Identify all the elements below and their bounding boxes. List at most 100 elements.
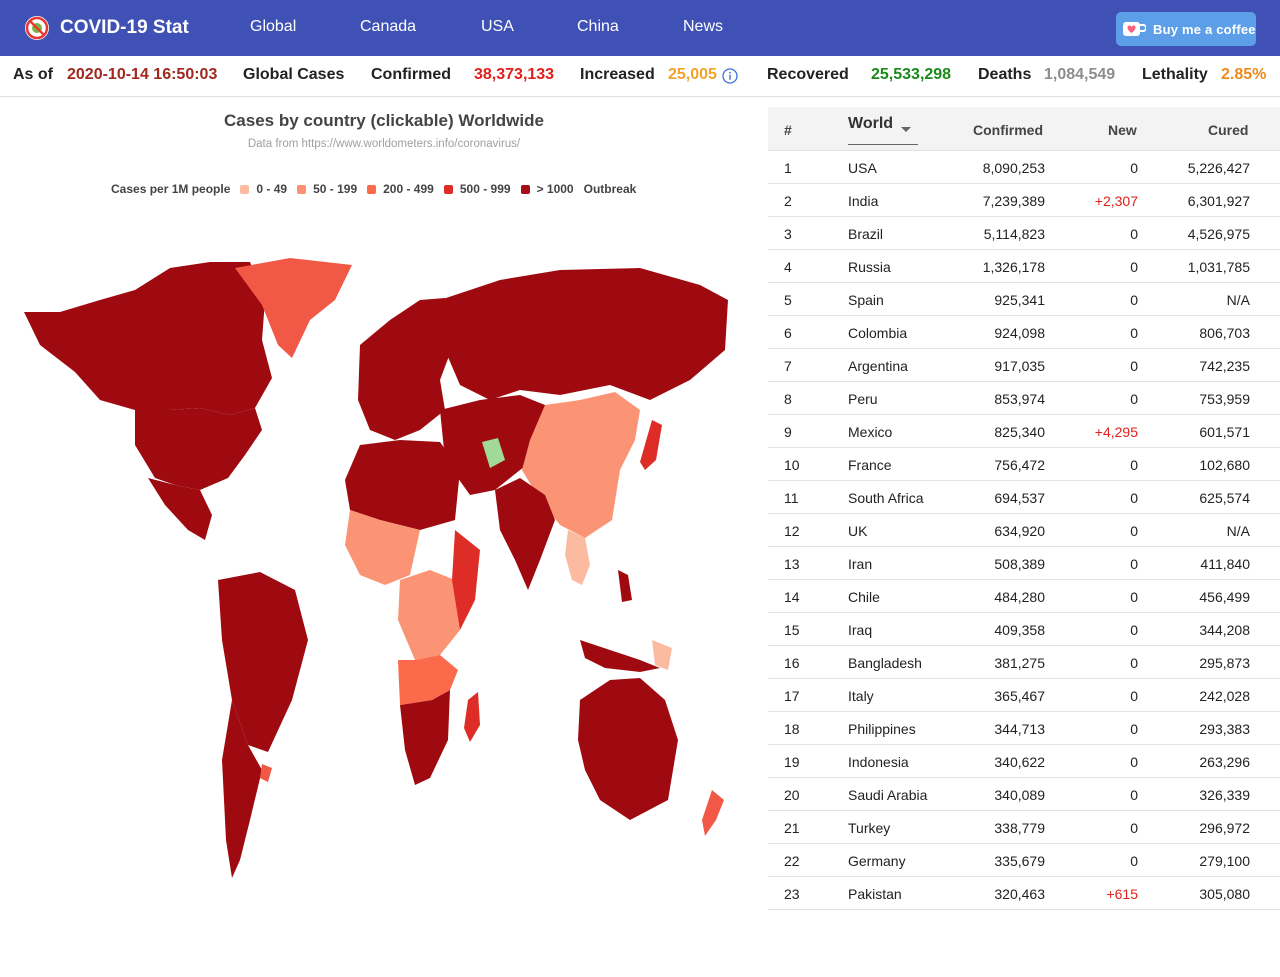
cell-cured: 625,574 [1199,490,1250,506]
buy-me-a-coffee-button[interactable]: Buy me a coffee [1116,12,1256,46]
cell-country[interactable]: Spain [848,292,884,308]
table-row[interactable]: 4 Russia 1,326,178 0 1,031,785 [768,250,1280,283]
cell-country[interactable]: Germany [848,853,906,869]
nav-china[interactable]: China [577,18,619,36]
cell-country[interactable]: Iraq [848,622,872,638]
table-row[interactable]: 6 Colombia 924,098 0 806,703 [768,316,1280,349]
col-cured-header[interactable]: Cured [1208,122,1248,138]
cell-country[interactable]: France [848,457,892,473]
cell-confirmed: 8,090,253 [982,160,1045,176]
table-row[interactable]: 13 Iran 508,389 0 411,840 [768,547,1280,580]
map-country-southeast-asia[interactable] [565,530,590,585]
cell-country[interactable]: Argentina [848,358,908,374]
table-row[interactable]: 8 Peru 853,974 0 753,959 [768,382,1280,415]
map-country-usa[interactable] [135,408,262,490]
table-row[interactable]: 9 Mexico 825,340 +4,295 601,571 [768,415,1280,448]
cell-country[interactable]: Philippines [848,721,916,737]
global-cases-label: Global Cases [243,66,345,83]
cell-country[interactable]: Mexico [848,424,892,440]
table-body: 1 USA 8,090,253 0 5,226,427 2 India 7,239,389 +2… [768,151,1280,910]
map-country-southern-africa[interactable] [400,690,450,785]
info-icon[interactable] [722,68,738,84]
table-row[interactable]: 12 UK 634,920 0 N/A [768,514,1280,547]
map-country-philippines[interactable] [618,570,632,602]
cell-rank: 6 [784,325,792,341]
table-row[interactable]: 20 Saudi Arabia 340,089 0 326,339 [768,778,1280,811]
cell-rank: 23 [784,886,800,902]
cell-country[interactable]: Colombia [848,325,907,341]
cell-rank: 15 [784,622,800,638]
recovered-value: 25,533,298 [871,66,952,83]
cell-cured: 295,873 [1199,655,1250,671]
cell-country[interactable]: Turkey [848,820,890,836]
table-row[interactable]: 22 Germany 335,679 0 279,100 [768,844,1280,877]
cell-cured: 296,972 [1199,820,1250,836]
cell-country[interactable]: Saudi Arabia [848,787,927,803]
nav-news[interactable]: News [683,18,723,36]
table-row[interactable]: 18 Philippines 344,713 0 293,383 [768,712,1280,745]
map-country-central-africa[interactable] [398,570,460,660]
region-dropdown-value: World [848,115,894,132]
brand[interactable]: COVID-19 Stat [24,13,189,43]
map-country-canada[interactable] [24,262,272,415]
table-row[interactable]: 7 Argentina 917,035 0 742,235 [768,349,1280,382]
map-country-russia[interactable] [440,268,728,400]
table-row[interactable]: 3 Brazil 5,114,823 0 4,526,975 [768,217,1280,250]
cell-country[interactable]: Pakistan [848,886,902,902]
cell-confirmed: 5,114,823 [983,226,1045,242]
table-row[interactable]: 21 Turkey 338,779 0 296,972 [768,811,1280,844]
cell-rank: 13 [784,556,800,572]
table-row[interactable]: 14 Chile 484,280 0 456,499 [768,580,1280,613]
nav-global[interactable]: Global [250,18,296,36]
cell-confirmed: 344,713 [994,721,1045,737]
cell-country[interactable]: Indonesia [848,754,909,770]
map-country-uruguay[interactable] [260,764,272,782]
table-row[interactable]: 1 USA 8,090,253 0 5,226,427 [768,151,1280,184]
map-country-papua-new-guinea[interactable] [652,640,672,670]
table-row[interactable]: 10 France 756,472 0 102,680 [768,448,1280,481]
cell-country[interactable]: South Africa [848,490,924,506]
cell-country[interactable]: Russia [848,259,891,275]
table-row[interactable]: 5 Spain 925,341 0 N/A [768,283,1280,316]
table-row[interactable]: 11 South Africa 694,537 0 625,574 [768,481,1280,514]
cell-confirmed: 365,467 [994,688,1045,704]
cell-country[interactable]: Bangladesh [848,655,922,671]
legend-swatch-3 [443,184,453,194]
map-country-australia[interactable] [578,678,678,820]
cell-new: 0 [1130,853,1138,869]
table-row[interactable]: 16 Bangladesh 381,275 0 295,873 [768,646,1280,679]
virus-logo-icon [25,16,49,40]
cell-new: 0 [1130,292,1138,308]
cell-country[interactable]: Iran [848,556,872,572]
table-row[interactable]: 19 Indonesia 340,622 0 263,296 [768,745,1280,778]
cell-rank: 18 [784,721,800,737]
cell-country[interactable]: Peru [848,391,878,407]
cell-country[interactable]: Chile [848,589,880,605]
cell-country[interactable]: India [848,193,878,209]
map-country-new-zealand[interactable] [702,790,724,836]
world-choropleth-map[interactable] [20,247,732,887]
table-row[interactable]: 23 Pakistan 320,463 +615 305,080 [768,877,1280,910]
table-row[interactable]: 17 Italy 365,467 0 242,028 [768,679,1280,712]
legend-label-2: 200 - 499 [383,182,434,196]
cell-new: 0 [1130,622,1138,638]
nav-canada[interactable]: Canada [360,18,416,36]
table-row[interactable]: 2 India 7,239,389 +2,307 6,301,927 [768,184,1280,217]
cell-rank: 14 [784,589,800,605]
cell-confirmed: 1,326,178 [982,259,1045,275]
nav-usa[interactable]: USA [481,18,514,36]
chevron-down-icon[interactable] [901,127,911,132]
col-new-header[interactable]: New [1108,122,1137,138]
map-country-indonesia[interactable] [580,640,660,672]
map-country-europe[interactable] [358,298,455,440]
cell-new: 0 [1130,259,1138,275]
map-country-madagascar[interactable] [464,692,480,742]
cell-country[interactable]: Brazil [848,226,883,242]
cell-country[interactable]: Italy [848,688,874,704]
map-country-japan[interactable] [640,420,662,470]
deaths-label: Deaths [978,66,1032,83]
col-confirmed-header[interactable]: Confirmed [973,122,1043,138]
cell-country[interactable]: UK [848,523,867,539]
table-row[interactable]: 15 Iraq 409,358 0 344,208 [768,613,1280,646]
cell-country[interactable]: USA [848,160,877,176]
